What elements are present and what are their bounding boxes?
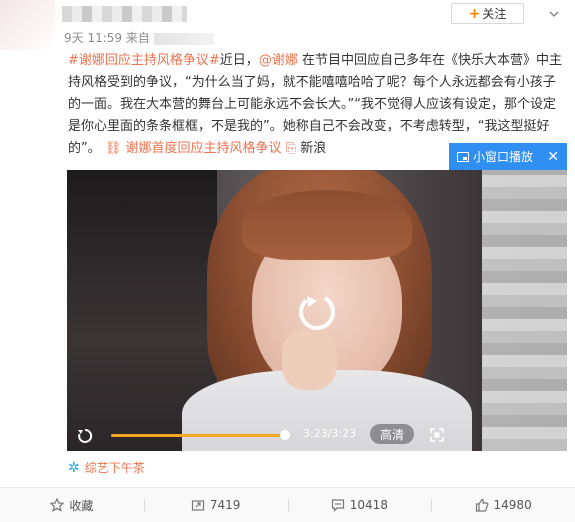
watermark-blurred (482, 170, 567, 451)
collect-label: 收藏 (69, 498, 94, 513)
progress-bar[interactable] (111, 434, 285, 437)
new-link-text[interactable]: 新浪 (300, 141, 326, 156)
comment-count: 10418 (349, 498, 388, 512)
chevron-down-icon[interactable] (548, 8, 560, 20)
pinwheel-icon: ✲ (68, 459, 80, 476)
video-frame-hand (282, 330, 337, 390)
comment-button[interactable]: 10418 (287, 488, 432, 522)
time-label: 3:23/3:23 (303, 427, 357, 440)
video-controls: 3:23/3:23 高清 (67, 419, 567, 451)
plus-icon: + (468, 5, 481, 22)
post-time-text: 9天 11:59 来自 (64, 31, 150, 45)
new-link-icon: ⎘ (285, 141, 297, 156)
mention-link[interactable]: @谢娜 (259, 53, 298, 68)
link-icon: ⛓ (104, 141, 122, 156)
replay-small-icon[interactable] (77, 428, 93, 444)
post-time: 9天 11:59 来自 (64, 29, 214, 46)
source-blurred (153, 32, 214, 45)
topic-link[interactable]: #谢娜回应主持风格争议# (68, 53, 220, 68)
username-blurred[interactable] (62, 6, 187, 22)
collect-button[interactable]: 收藏 (0, 488, 144, 522)
source[interactable]: ✲ 综艺下午茶 (68, 459, 145, 476)
progress-knob[interactable] (280, 430, 290, 440)
repost-icon (191, 500, 204, 511)
action-bar: 收藏 7419 10418 14980 (0, 487, 575, 522)
comment-icon (331, 499, 344, 512)
video-frame-bangs (242, 190, 412, 260)
like-count: 14980 (493, 498, 532, 512)
video-link-text: 谢娜首度回应主持风格争议 (125, 141, 282, 156)
avatar[interactable] (0, 0, 55, 50)
post-text-part: 近日， (219, 53, 259, 68)
star-icon (50, 498, 65, 512)
source-label: 综艺下午茶 (84, 461, 145, 475)
mini-window-icon (457, 151, 469, 162)
like-button[interactable]: 14980 (431, 488, 575, 522)
post-header: 9天 11:59 来自 + 关注 (0, 0, 575, 50)
fullscreen-icon[interactable] (430, 428, 444, 442)
repost-button[interactable]: 7419 (143, 488, 288, 522)
replay-icon[interactable] (295, 290, 339, 334)
close-icon[interactable]: ✕ (547, 149, 559, 165)
video-player[interactable]: 也可以用一种快乐的方式去轻松 3:23/3:23 高清 (67, 170, 567, 451)
video-link[interactable]: ⛓ 谢娜首度回应主持风格争议 (105, 141, 286, 156)
quality-button[interactable]: 高清 (370, 424, 414, 444)
mini-window-bar[interactable]: 小窗口播放 ✕ (449, 143, 567, 170)
mini-window-label: 小窗口播放 (473, 150, 534, 164)
follow-button[interactable]: + 关注 (451, 3, 524, 24)
repost-count: 7419 (209, 498, 241, 512)
thumbs-up-icon (475, 498, 488, 512)
follow-label: 关注 (482, 7, 507, 21)
